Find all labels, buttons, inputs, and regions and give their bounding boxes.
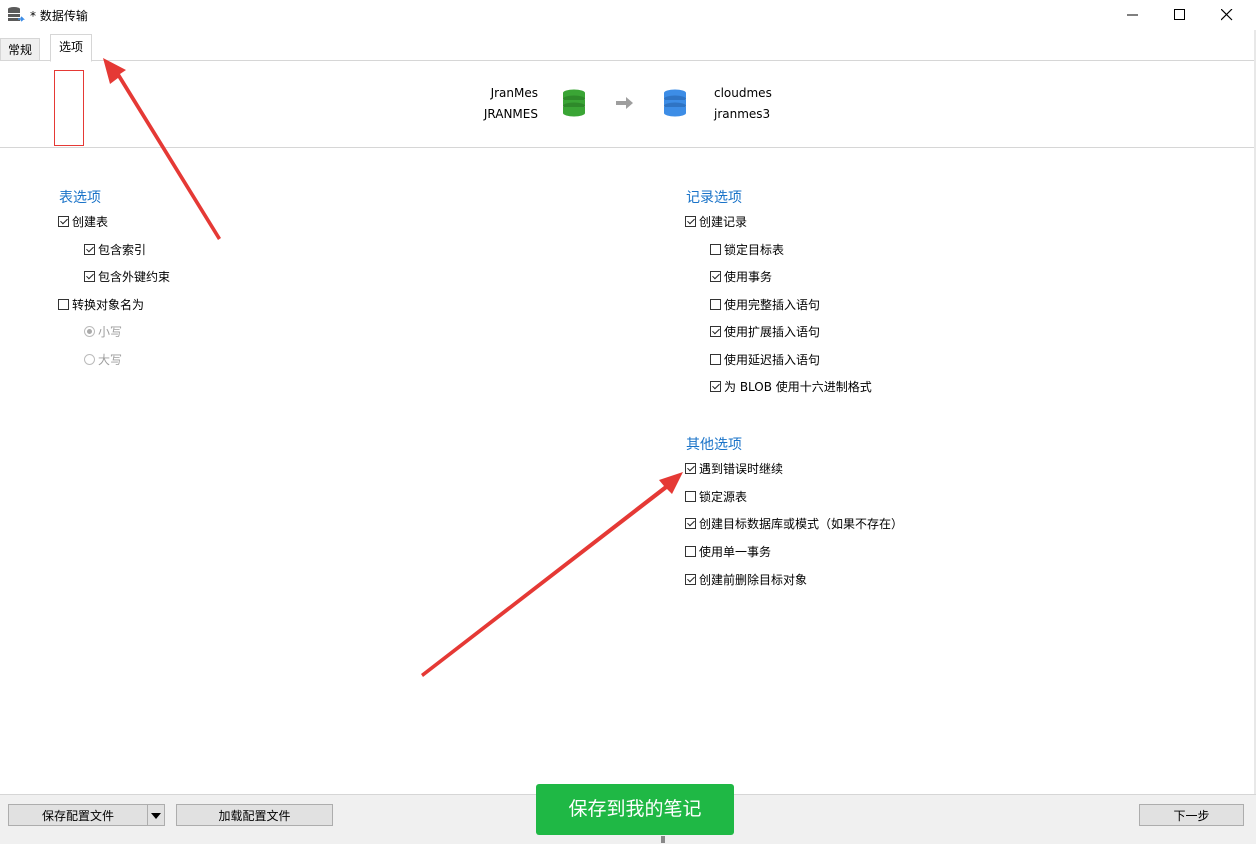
continue-on-error-label: 遇到错误时继续: [699, 462, 784, 476]
single-transaction-option[interactable]: 使用单一事务: [685, 543, 771, 561]
save-profile-dropdown[interactable]: [147, 804, 165, 826]
target-database-name: jranmes3: [714, 107, 771, 121]
include-fk-checkbox[interactable]: [84, 271, 95, 282]
blob-hex-label: 为 BLOB 使用十六进制格式: [724, 380, 872, 394]
create-records-label: 创建记录: [699, 215, 748, 229]
minimize-button[interactable]: [1110, 0, 1156, 30]
include-index-checkbox[interactable]: [84, 244, 95, 255]
use-transaction-checkbox[interactable]: [710, 271, 721, 282]
complete-insert-option[interactable]: 使用完整插入语句: [710, 296, 820, 314]
tab-general[interactable]: 常规: [0, 38, 41, 61]
create-target-db-option[interactable]: 创建目标数据库或模式（如果不存在）: [685, 515, 903, 533]
extended-insert-label: 使用扩展插入语句: [724, 325, 821, 339]
use-transaction-option[interactable]: 使用事务: [710, 268, 772, 286]
table-options-title: 表选项: [59, 190, 101, 206]
lock-source-label: 锁定源表: [699, 490, 748, 504]
source-connection: JranMes JRANMES: [430, 83, 538, 125]
single-transaction-checkbox[interactable]: [685, 546, 696, 557]
complete-insert-checkbox[interactable]: [710, 299, 721, 310]
drop-before-create-option[interactable]: 创建前删除目标对象: [685, 571, 807, 589]
transfer-arrow-icon: [616, 96, 634, 113]
lowercase-option[interactable]: 小写: [84, 323, 122, 341]
lock-target-checkbox[interactable]: [710, 244, 721, 255]
include-index-label: 包含索引: [98, 243, 147, 257]
uppercase-label: 大写: [98, 353, 123, 367]
save-profile-button[interactable]: 保存配置文件: [8, 804, 148, 826]
delayed-insert-label: 使用延迟插入语句: [724, 353, 821, 367]
maximize-button[interactable]: [1157, 0, 1203, 30]
create-table-label: 创建表: [72, 215, 109, 229]
blob-hex-checkbox[interactable]: [710, 381, 721, 392]
use-transaction-label: 使用事务: [724, 270, 773, 284]
drop-before-create-label: 创建前删除目标对象: [699, 573, 808, 587]
convert-name-label: 转换对象名为: [72, 298, 145, 312]
tab-strip: 常规 选项: [0, 34, 1256, 62]
lowercase-label: 小写: [98, 325, 123, 339]
annotation-highlight-box: [54, 70, 84, 146]
create-target-db-checkbox[interactable]: [685, 518, 696, 529]
continue-on-error-checkbox[interactable]: [685, 463, 696, 474]
extended-insert-option[interactable]: 使用扩展插入语句: [710, 323, 820, 341]
tab-options[interactable]: 选项: [50, 34, 93, 62]
annotation-arrow-option: [421, 472, 683, 677]
uppercase-option[interactable]: 大写: [84, 351, 122, 369]
create-records-option[interactable]: 创建记录: [685, 213, 747, 231]
minimize-icon: [1127, 14, 1138, 16]
convert-name-option[interactable]: 转换对象名为: [58, 296, 144, 314]
maximize-icon: [1174, 9, 1185, 20]
source-database-icon: [562, 89, 586, 120]
window-title: * 数据传输: [30, 9, 88, 23]
close-icon: [1221, 9, 1233, 21]
lock-target-label: 锁定目标表: [724, 243, 785, 257]
uppercase-radio[interactable]: [84, 354, 95, 365]
drop-before-create-checkbox[interactable]: [685, 574, 696, 585]
lock-target-option[interactable]: 锁定目标表: [710, 241, 784, 259]
load-profile-button[interactable]: 加载配置文件: [176, 804, 333, 826]
next-button[interactable]: 下一步: [1139, 804, 1244, 826]
data-transfer-icon: [7, 6, 25, 24]
lock-source-option[interactable]: 锁定源表: [685, 488, 747, 506]
create-records-checkbox[interactable]: [685, 216, 696, 227]
target-database-icon: [663, 89, 687, 120]
convert-name-checkbox[interactable]: [58, 299, 69, 310]
title-bar: * 数据传输: [0, 0, 1256, 30]
lowercase-radio[interactable]: [84, 326, 95, 337]
scroll-indicator: [661, 836, 665, 843]
record-options-title: 记录选项: [686, 190, 742, 206]
blob-hex-option[interactable]: 为 BLOB 使用十六进制格式: [710, 378, 872, 396]
create-table-checkbox[interactable]: [58, 216, 69, 227]
include-fk-label: 包含外键约束: [98, 270, 171, 284]
target-connection-name: cloudmes: [714, 86, 772, 100]
source-connection-name: JranMes: [490, 86, 538, 100]
delayed-insert-option[interactable]: 使用延迟插入语句: [710, 351, 820, 369]
target-connection: cloudmes jranmes3: [714, 83, 834, 125]
create-table-option[interactable]: 创建表: [58, 213, 108, 231]
continue-on-error-option[interactable]: 遇到错误时继续: [685, 460, 783, 478]
source-database-name: JRANMES: [483, 107, 538, 121]
lock-source-checkbox[interactable]: [685, 491, 696, 502]
close-button[interactable]: [1204, 0, 1250, 30]
dropdown-arrow-icon: [151, 813, 161, 819]
single-transaction-label: 使用单一事务: [699, 545, 772, 559]
other-options-title: 其他选项: [686, 437, 742, 453]
include-index-option[interactable]: 包含索引: [84, 241, 146, 259]
create-target-db-label: 创建目标数据库或模式（如果不存在）: [699, 517, 904, 531]
complete-insert-label: 使用完整插入语句: [724, 298, 821, 312]
extended-insert-checkbox[interactable]: [710, 326, 721, 337]
delayed-insert-checkbox[interactable]: [710, 354, 721, 365]
include-fk-option[interactable]: 包含外键约束: [84, 268, 170, 286]
save-to-notes-overlay[interactable]: 保存到我的笔记: [536, 784, 734, 835]
